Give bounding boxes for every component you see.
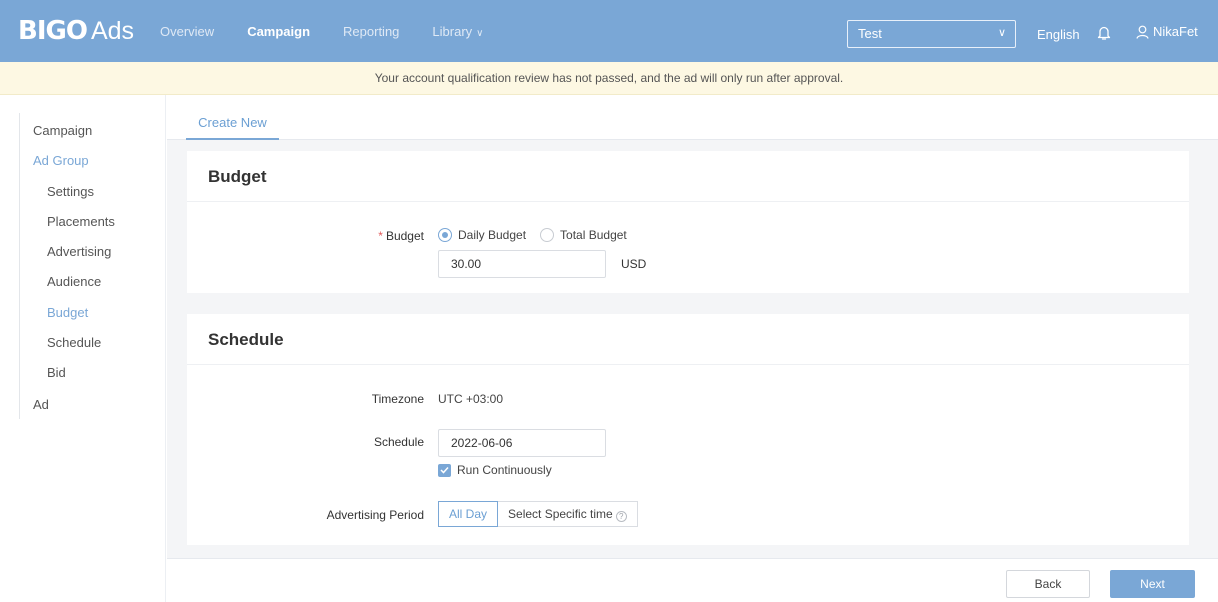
tab-create-new[interactable]: Create New [186,95,279,140]
bell-icon[interactable] [1097,25,1111,41]
run-continuously-checkbox[interactable] [438,463,451,477]
total-budget-radio[interactable] [540,228,555,242]
run-continuously-label[interactable]: Run Continuously [457,463,552,477]
main-nav: Overview Campaign Reporting Library ∨ [160,0,516,62]
tab-bar: Create New [167,95,1218,140]
chevron-down-icon: ∨ [997,27,1006,39]
sidebar-item-schedule[interactable]: Schedule [47,335,101,350]
language-switch[interactable]: English [1037,27,1080,42]
logo-bigo-text: BIGO [18,16,88,46]
nav-library-label: Library [432,23,473,39]
budget-card: Budget * Budget Daily Budget Total Budget… [187,151,1189,293]
sidebar-item-ad[interactable]: Ad [33,397,49,412]
sidebar-divider [19,113,20,419]
nav-library[interactable]: Library ∨ [432,24,483,39]
sidebar-item-ad-group[interactable]: Ad Group [33,153,89,168]
daily-budget-radio[interactable] [438,228,452,242]
schedule-card-title: Schedule [187,314,1189,365]
logo-ads-text: Ads [90,17,135,45]
budget-card-title: Budget [187,151,1189,202]
run-continuously-row: Run Continuously [438,463,552,477]
sidebar-item-advertising[interactable]: Advertising [47,244,111,259]
nav-overview[interactable]: Overview [160,24,214,39]
account-select[interactable]: Test ∨ [847,20,1016,48]
nav-reporting[interactable]: Reporting [343,24,399,39]
sidebar: Campaign Ad Group Settings Placements Ad… [0,95,166,602]
back-button[interactable]: Back [1006,570,1090,598]
budget-label-text: Budget [385,229,424,243]
footer-actions: Back Next [167,558,1218,602]
user-menu[interactable]: NikaFet [1136,24,1198,39]
advertising-period-label: Advertising Period [326,508,424,522]
schedule-card: Schedule Timezone UTC +03:00 Schedule 20… [187,314,1189,545]
budget-type-radio-group: Daily Budget Total Budget [438,228,641,242]
sidebar-item-audience[interactable]: Audience [47,274,101,289]
next-button[interactable]: Next [1110,570,1195,598]
sidebar-item-placements[interactable]: Placements [47,214,115,229]
timezone-value: UTC +03:00 [438,392,504,406]
currency-label: USD [621,257,647,271]
all-day-option[interactable]: All Day [438,501,499,527]
bigo-ads-logo[interactable]: BIGO Ads [18,16,134,46]
user-icon [1136,25,1149,39]
total-budget-label[interactable]: Total Budget [560,228,627,242]
sidebar-item-bid[interactable]: Bid [47,365,66,380]
select-specific-time-label: Select Specific time [508,507,613,521]
nav-campaign[interactable]: Campaign [247,24,310,39]
schedule-label: Schedule [373,435,424,449]
main-content: Create New Budget * Budget Daily Budget T… [167,95,1218,602]
schedule-date-input[interactable]: 2022-06-06 [438,429,606,457]
select-specific-time-option[interactable]: Select Specific time? [498,501,638,527]
sidebar-item-campaign[interactable]: Campaign [33,123,92,138]
budget-amount-input[interactable]: 30.00 [438,250,606,278]
account-select-value: Test [858,26,882,41]
sidebar-item-settings[interactable]: Settings [47,184,94,199]
top-header: BIGO Ads Overview Campaign Reporting Lib… [0,0,1218,62]
qualification-notice: Your account qualification review has no… [0,62,1218,95]
question-icon[interactable]: ? [615,511,627,522]
timezone-label: Timezone [371,392,424,406]
chevron-down-icon: ∨ [476,27,484,39]
budget-label: * Budget [378,229,424,243]
username: NikaFet [1153,24,1198,39]
daily-budget-label[interactable]: Daily Budget [458,228,526,242]
advertising-period-selector: All Day Select Specific time? [438,501,638,527]
check-icon [440,466,449,474]
sidebar-item-budget[interactable]: Budget [47,305,88,320]
required-marker: * [378,229,383,243]
